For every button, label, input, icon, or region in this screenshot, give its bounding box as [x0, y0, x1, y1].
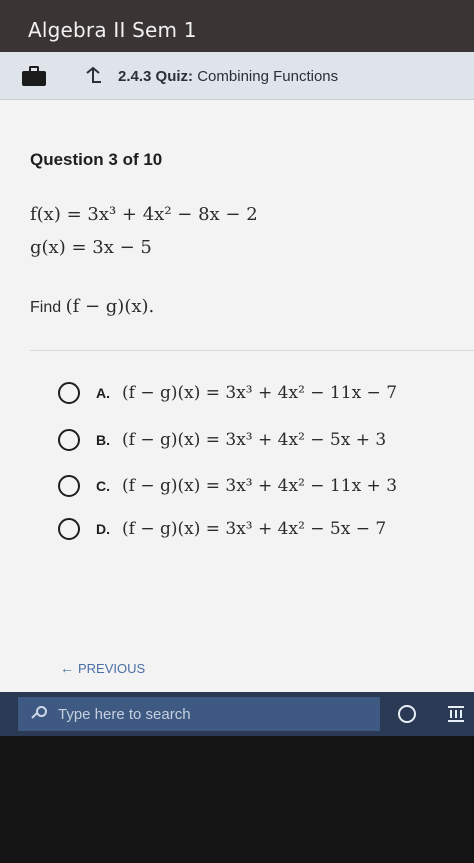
previous-label: PREVIOUS — [78, 660, 146, 676]
answer-option-d[interactable]: D. (f − g)(x) = 3x³ + 4x² − 5x − 7 — [58, 514, 386, 544]
task-view-icon[interactable] — [446, 704, 466, 724]
option-letter: A. — [96, 385, 110, 401]
find-expression: (f − g)(x). — [65, 296, 155, 317]
answer-option-c[interactable]: C. (f − g)(x) = 3x³ + 4x² − 11x + 3 — [58, 471, 397, 501]
radio-button[interactable] — [58, 475, 80, 497]
option-expression: (f − g)(x) = 3x³ + 4x² − 11x − 7 — [122, 383, 398, 403]
radio-button[interactable] — [58, 518, 80, 540]
question-heading: Question 3 of 10 — [30, 150, 163, 169]
search-icon — [31, 706, 48, 722]
question-panel: Question 3 of 10 f(x) = 3x³ + 4x² − 8x −… — [0, 100, 474, 692]
find-prompt: Find (f − g)(x). — [30, 296, 154, 317]
f-definition: f(x) = 3x³ + 4x² − 8x − 2 — [30, 204, 258, 225]
option-expression: (f − g)(x) = 3x³ + 4x² − 5x + 3 — [122, 430, 387, 450]
screen-bezel — [0, 736, 474, 863]
cortana-icon[interactable] — [398, 705, 416, 723]
find-label: Find — [30, 299, 62, 316]
radio-button[interactable] — [58, 382, 80, 404]
option-expression: (f − g)(x) = 3x³ + 4x² − 11x + 3 — [122, 476, 398, 496]
left-arrow-icon: ← — [60, 660, 74, 676]
quiz-type: Quiz: — [155, 68, 194, 85]
up-arrow-icon[interactable] — [84, 66, 102, 86]
option-letter: C. — [96, 478, 110, 494]
option-letter: B. — [96, 432, 110, 448]
g-definition: g(x) = 3x − 5 — [30, 237, 152, 258]
briefcase-icon[interactable] — [22, 66, 46, 86]
answer-option-b[interactable]: B. (f − g)(x) = 3x³ + 4x² − 5x + 3 — [58, 425, 386, 455]
quiz-header-bar: 2.4.3 Quiz: Combining Functions — [0, 52, 474, 100]
search-placeholder[interactable]: Type here to search — [58, 706, 191, 723]
option-letter: D. — [96, 521, 110, 537]
quiz-name: Combining Functions — [197, 68, 339, 85]
radio-button[interactable] — [58, 429, 80, 451]
option-expression: (f − g)(x) = 3x³ + 4x² − 5x − 7 — [122, 519, 387, 539]
quiz-number: 2.4.3 — [118, 68, 152, 85]
taskbar-search-box[interactable]: Type here to search — [18, 697, 380, 731]
previous-button[interactable]: ← PREVIOUS — [60, 660, 145, 676]
divider — [30, 350, 474, 351]
windows-taskbar: Type here to search — [0, 692, 474, 736]
window-title: Algebra II Sem 1 — [0, 0, 474, 52]
answer-option-a[interactable]: A. (f − g)(x) = 3x³ + 4x² − 11x − 7 — [58, 378, 397, 408]
quiz-title: 2.4.3 Quiz: Combining Functions — [118, 68, 338, 85]
